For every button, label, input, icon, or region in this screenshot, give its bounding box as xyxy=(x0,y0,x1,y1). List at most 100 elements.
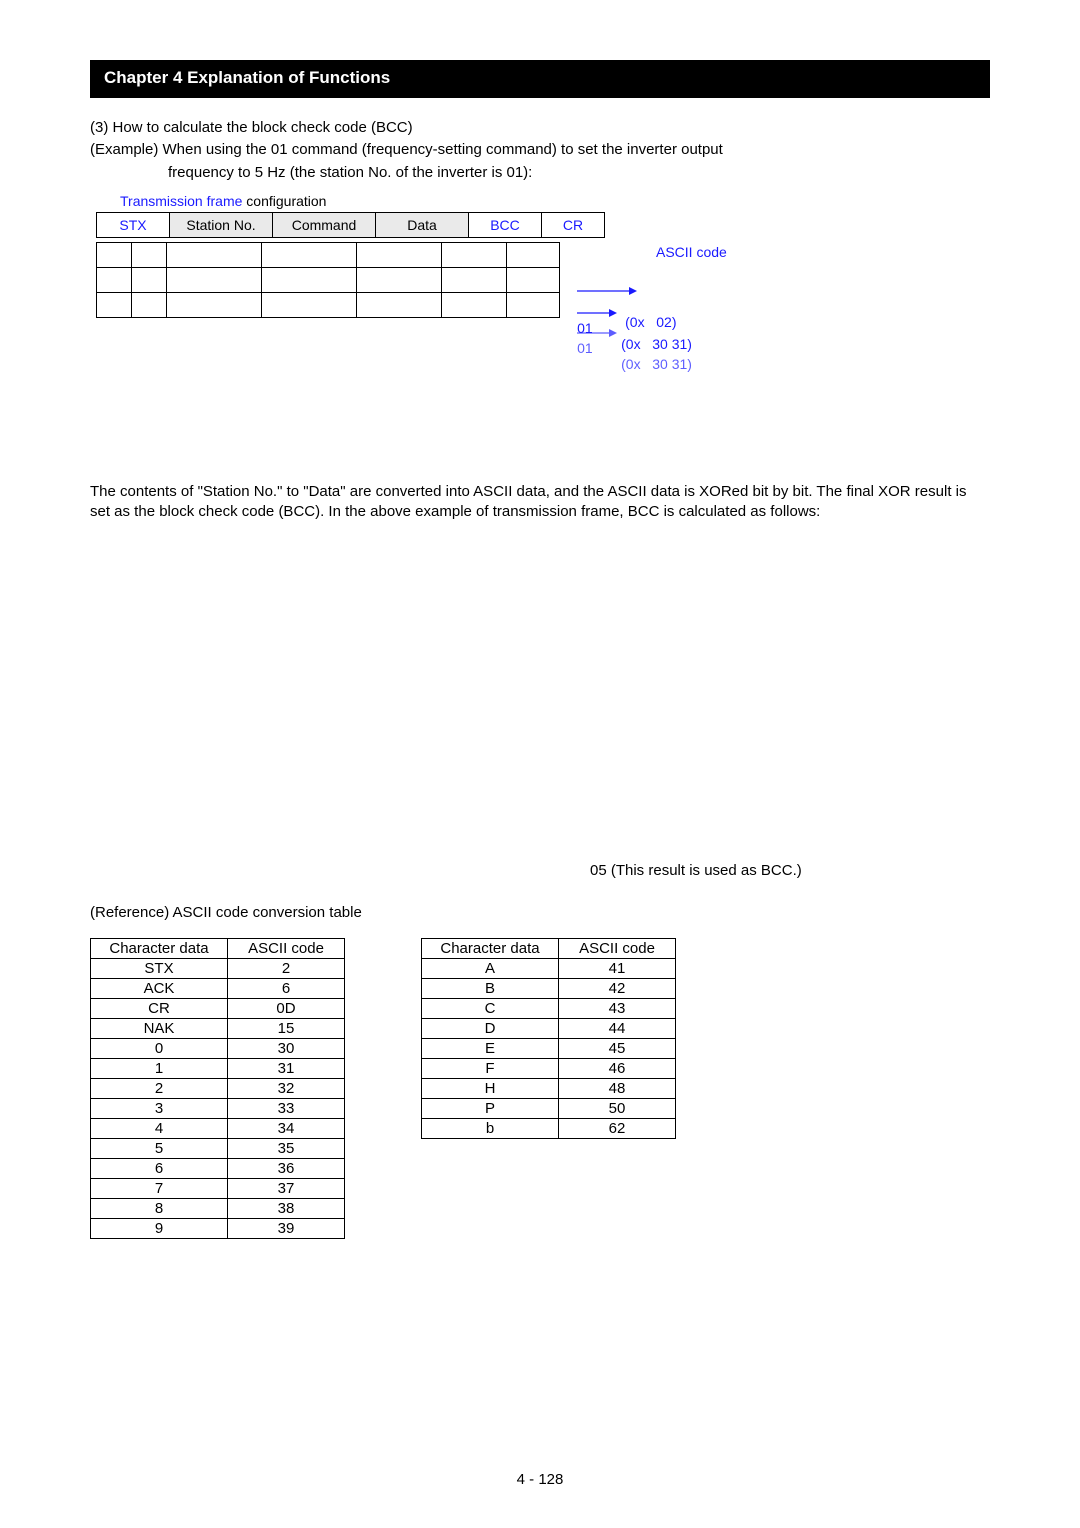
chapter-header: Chapter 4 Explanation of Functions xyxy=(90,60,990,98)
table-cell: 62 xyxy=(559,1118,676,1138)
table-row: 131 xyxy=(91,1058,345,1078)
table-row: E45 xyxy=(422,1038,676,1058)
table-cell: C xyxy=(422,998,559,1018)
table-row: b62 xyxy=(422,1118,676,1138)
bcc-result-line: 05 (This result is used as BCC.) xyxy=(590,862,990,879)
table-row: F46 xyxy=(422,1058,676,1078)
table-cell: 41 xyxy=(559,958,676,978)
ascii-row-3: 01 (0x 30 31) xyxy=(546,308,692,388)
table-cell: CR xyxy=(91,998,228,1018)
table-cell: 44 xyxy=(559,1018,676,1038)
table-row: C43 xyxy=(422,998,676,1018)
table-cell: B xyxy=(422,978,559,998)
table-cell: E xyxy=(422,1038,559,1058)
table-cell: b xyxy=(422,1118,559,1138)
table-header: ASCII code xyxy=(228,938,345,958)
table-cell: 3 xyxy=(91,1098,228,1118)
frame-lower-area: ASCII code (0x 02) 01 (0x 30 31) 01 (0x … xyxy=(96,242,990,342)
table-row: 434 xyxy=(91,1118,345,1138)
table-cell: 42 xyxy=(559,978,676,998)
table-cell: NAK xyxy=(91,1018,228,1038)
table-row: B42 xyxy=(422,978,676,998)
table-cell: 39 xyxy=(228,1218,345,1238)
table-cell: 43 xyxy=(559,998,676,1018)
table-header: Character data xyxy=(91,938,228,958)
ascii-code-header: ASCII code xyxy=(656,244,727,260)
table-row: A41 xyxy=(422,958,676,978)
table-cell: 6 xyxy=(228,978,345,998)
table-cell: 9 xyxy=(91,1218,228,1238)
table-cell: 33 xyxy=(228,1098,345,1118)
table-row: 939 xyxy=(91,1218,345,1238)
table-header: ASCII code xyxy=(559,938,676,958)
table-cell: 46 xyxy=(559,1058,676,1078)
frame-cell-data: Data xyxy=(376,212,469,237)
table-cell: 2 xyxy=(91,1078,228,1098)
ascii-row-3-code: (0x 30 31) xyxy=(621,356,692,372)
ascii-reference-table-1: Character data ASCII code STX2ACK6CR0DNA… xyxy=(90,938,345,1239)
table-cell: P xyxy=(422,1098,559,1118)
frame-caption-black: configuration xyxy=(242,193,326,209)
table-header: Character data xyxy=(422,938,559,958)
table-row: 737 xyxy=(91,1178,345,1198)
frame-header-row: STX Station No. Command Data BCC CR xyxy=(96,212,605,238)
example-line-1: (Example) When using the 01 command (fre… xyxy=(90,140,990,160)
table-cell: 48 xyxy=(559,1078,676,1098)
table-cell: 6 xyxy=(91,1158,228,1178)
table-row: STX2 xyxy=(91,958,345,978)
table-row: 333 xyxy=(91,1098,345,1118)
table-cell: 15 xyxy=(228,1018,345,1038)
table-row: 030 xyxy=(91,1038,345,1058)
table-cell: 32 xyxy=(228,1078,345,1098)
frame-caption-blue: Transmission frame xyxy=(120,193,242,209)
table-cell: 38 xyxy=(228,1198,345,1218)
table-row: D44 xyxy=(422,1018,676,1038)
table-cell: 0 xyxy=(91,1038,228,1058)
table-row: NAK15 xyxy=(91,1018,345,1038)
table-cell: 45 xyxy=(559,1038,676,1058)
frame-lower-grid xyxy=(96,242,560,318)
page-number: 4 - 128 xyxy=(0,1471,1080,1488)
table-row: 535 xyxy=(91,1138,345,1158)
ascii-row-3-val: 01 xyxy=(577,340,593,356)
reference-tables-container: Character data ASCII code STX2ACK6CR0DNA… xyxy=(90,938,990,1239)
table-cell: STX xyxy=(91,958,228,978)
table-cell: 7 xyxy=(91,1178,228,1198)
table-row: CR0D xyxy=(91,998,345,1018)
table-cell: 2 xyxy=(228,958,345,978)
table-cell: D xyxy=(422,1018,559,1038)
transmission-frame-figure: Transmission frame configuration STX Sta… xyxy=(96,193,990,342)
frame-cell-station-no: Station No. xyxy=(170,212,273,237)
table-cell: 50 xyxy=(559,1098,676,1118)
table-row: 838 xyxy=(91,1198,345,1218)
ascii-reference-table-2: Character data ASCII code A41B42C43D44E4… xyxy=(421,938,676,1139)
table-cell: 4 xyxy=(91,1118,228,1138)
table-cell: 8 xyxy=(91,1198,228,1218)
frame-cell-stx: STX xyxy=(97,212,170,237)
table-cell: F xyxy=(422,1058,559,1078)
table-cell: 5 xyxy=(91,1138,228,1158)
table-cell: 1 xyxy=(91,1058,228,1078)
table-cell: 36 xyxy=(228,1158,345,1178)
table-cell: 0D xyxy=(228,998,345,1018)
bcc-explanation-paragraph: The contents of "Station No." to "Data" … xyxy=(90,482,990,523)
table-row: H48 xyxy=(422,1078,676,1098)
frame-cell-cr: CR xyxy=(542,212,605,237)
page-container: Chapter 4 Explanation of Functions (3) H… xyxy=(0,0,1080,1528)
table-cell: 34 xyxy=(228,1118,345,1138)
table-cell: H xyxy=(422,1078,559,1098)
table-cell: 35 xyxy=(228,1138,345,1158)
frame-caption: Transmission frame configuration xyxy=(96,193,326,209)
table-cell: 30 xyxy=(228,1038,345,1058)
table-row: ACK6 xyxy=(91,978,345,998)
section-heading: (3) How to calculate the block check cod… xyxy=(90,118,990,138)
table-row: P50 xyxy=(422,1098,676,1118)
table-cell: ACK xyxy=(91,978,228,998)
table-cell: A xyxy=(422,958,559,978)
table-row: 232 xyxy=(91,1078,345,1098)
table-cell: 31 xyxy=(228,1058,345,1078)
table-row: 636 xyxy=(91,1158,345,1178)
reference-table-title: (Reference) ASCII code conversion table xyxy=(90,903,990,923)
frame-cell-command: Command xyxy=(273,212,376,237)
example-line-2: frequency to 5 Hz (the station No. of th… xyxy=(90,163,990,183)
